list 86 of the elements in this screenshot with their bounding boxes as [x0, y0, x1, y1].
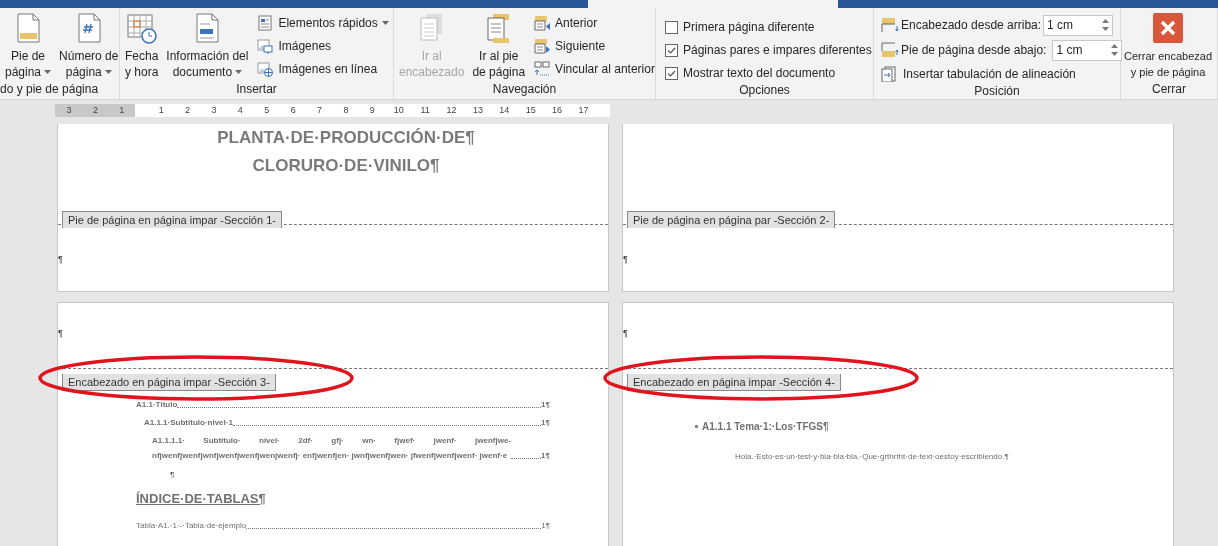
caret-icon	[235, 70, 243, 74]
ribbon-button[interactable]: Vincular al anterior	[534, 60, 655, 78]
section-tag: Encabezado en página impar -Sección 4-	[627, 374, 841, 391]
ruler-number: 17	[577, 104, 590, 117]
ribbon-button[interactable]: Anterior	[534, 14, 655, 32]
ribbon-button[interactable]: Insertar tabulación de alineación	[881, 65, 1123, 83]
toc-entry: A1.1·Título	[136, 399, 178, 411]
next-icon	[534, 38, 552, 54]
spinner-label: Encabezado desde arriba:	[901, 17, 1042, 34]
ruler-number: 13	[471, 104, 484, 117]
quick-parts-icon	[257, 15, 275, 31]
ribbon-button[interactable]: Información del documento	[164, 12, 251, 81]
header-distance-icon	[881, 17, 899, 33]
ruler-number: 9	[368, 104, 376, 117]
picture-globe-icon	[257, 61, 275, 77]
group-label: Opciones	[738, 82, 791, 99]
bullet-icon	[695, 425, 698, 428]
group-label: Insertar	[235, 81, 278, 98]
spinner-field[interactable]: 1 cm	[1052, 39, 1123, 61]
ruler-number: 3	[65, 104, 73, 117]
paragraph-mark: ¶	[58, 327, 63, 340]
ribbon-button[interactable]: Fecha y hora	[123, 12, 161, 81]
ruler-number: 6	[289, 104, 297, 117]
spin-arrows-icon	[1102, 19, 1110, 31]
ribbon-button[interactable]: Imágenes	[257, 37, 389, 55]
paragraph-mark: ¶	[58, 253, 63, 266]
body-text: Hola.·Esto·es·un·test·y·bla·bla·bla.·Que·grthrtht·de·text·oestoy·escribiendo.¶	[735, 452, 1009, 461]
caret-icon	[104, 70, 112, 74]
ribbon-button[interactable]: Elementos rápidos	[257, 14, 389, 32]
ruler-number: 15	[524, 104, 537, 117]
page-number: 1¶	[541, 417, 550, 429]
ruler-number: 11	[419, 104, 431, 117]
ruler-number: 3	[210, 104, 218, 117]
picture-monitor-icon	[257, 38, 275, 54]
leader-line	[511, 458, 542, 459]
footer-distance-icon	[881, 42, 899, 58]
ribbon-button[interactable]: Siguiente	[534, 37, 655, 55]
heading: ÍNDICE·DE·TABLAS¶	[136, 491, 266, 506]
ruler-number: 10	[392, 104, 405, 117]
option-checkbox[interactable]: Mostrar texto del documento	[665, 64, 872, 82]
ruler-number: 2	[184, 104, 192, 117]
calendar-clock-icon	[125, 12, 158, 44]
toc-entry: Tabla·A1.·1·-·Tabla·de·ejemplo	[136, 520, 247, 532]
section-tag: Encabezado en página impar -Sección 3-	[62, 374, 276, 391]
group-label: Cerrar	[1151, 81, 1187, 98]
title-line: CLORURO·DE·VINILO¶	[251, 155, 441, 177]
ruler-number: 1	[118, 104, 126, 117]
ribbon-button[interactable]: Ir al pie de página	[470, 12, 528, 81]
ruler-number: 7	[316, 104, 324, 117]
paragraph-mark: ¶	[169, 469, 175, 481]
spin-arrows-icon	[1111, 44, 1119, 56]
paragraph-mark: ¶	[623, 253, 628, 266]
ruler-number: 4	[236, 104, 244, 117]
spinner-field[interactable]: 1 cm	[1043, 14, 1114, 36]
toc-entry: A1.1.1·Subtítulo·nivel·1	[144, 417, 233, 429]
ribbon-button[interactable]: Imágenes en línea	[257, 60, 389, 78]
page-number: 1¶	[541, 520, 550, 532]
option-checkbox[interactable]: Páginas pares e impares diferentes	[665, 41, 872, 59]
heading: A1.1.1 Tema·1:·Los·TFGS¶	[702, 420, 829, 434]
ribbon-button[interactable]: Número de página	[57, 12, 121, 81]
page-number: 1¶	[541, 399, 550, 411]
ruler-number: 12	[445, 104, 458, 117]
title-line: PLANTA·DE·PRODUCCIÓN·DE¶	[216, 127, 476, 149]
toc-entry: A1.1.1.1· Subtítulo· nivel· 2df· gfj· wn· fjwef· jwenf· jwenfjwe-nfjwenfjwenfjwnfjwenfjwenfjwenjwenfj· enfjwenfjen· jwnfjwenfjwen· jfwenfjwenfjwenf· jwenf·e	[152, 435, 512, 462]
group-label: Navegación	[491, 81, 558, 98]
group-label: Posición	[973, 83, 1021, 99]
ruler-number: 1	[157, 104, 165, 117]
close-icon	[1152, 12, 1185, 44]
spinner-label: Pie de página desde abajo:	[901, 42, 1047, 59]
section-tag: Pie de página en página par -Sección 2-	[627, 211, 836, 228]
ruler-number: 14	[498, 104, 511, 117]
ruler-number: 8	[342, 104, 350, 117]
close-button[interactable]: Cerrar encabezad y pie de página	[1124, 12, 1213, 81]
alignment-tab-icon	[881, 66, 899, 82]
group-label: do y pie de página	[0, 81, 100, 98]
caret-icon	[381, 21, 389, 25]
option-checkbox[interactable]: Primera página diferente	[665, 18, 872, 36]
ruler-number: 16	[551, 104, 564, 117]
caret-icon	[44, 70, 52, 74]
page-number: 1¶	[541, 450, 550, 462]
previous-icon	[534, 15, 552, 31]
section-tag: Pie de página en página impar -Sección 1-	[62, 211, 282, 228]
ruler-number: 5	[263, 104, 271, 117]
link-icon	[534, 61, 552, 77]
paragraph-mark: ¶	[623, 327, 628, 340]
ruler-number: 2	[91, 104, 99, 117]
